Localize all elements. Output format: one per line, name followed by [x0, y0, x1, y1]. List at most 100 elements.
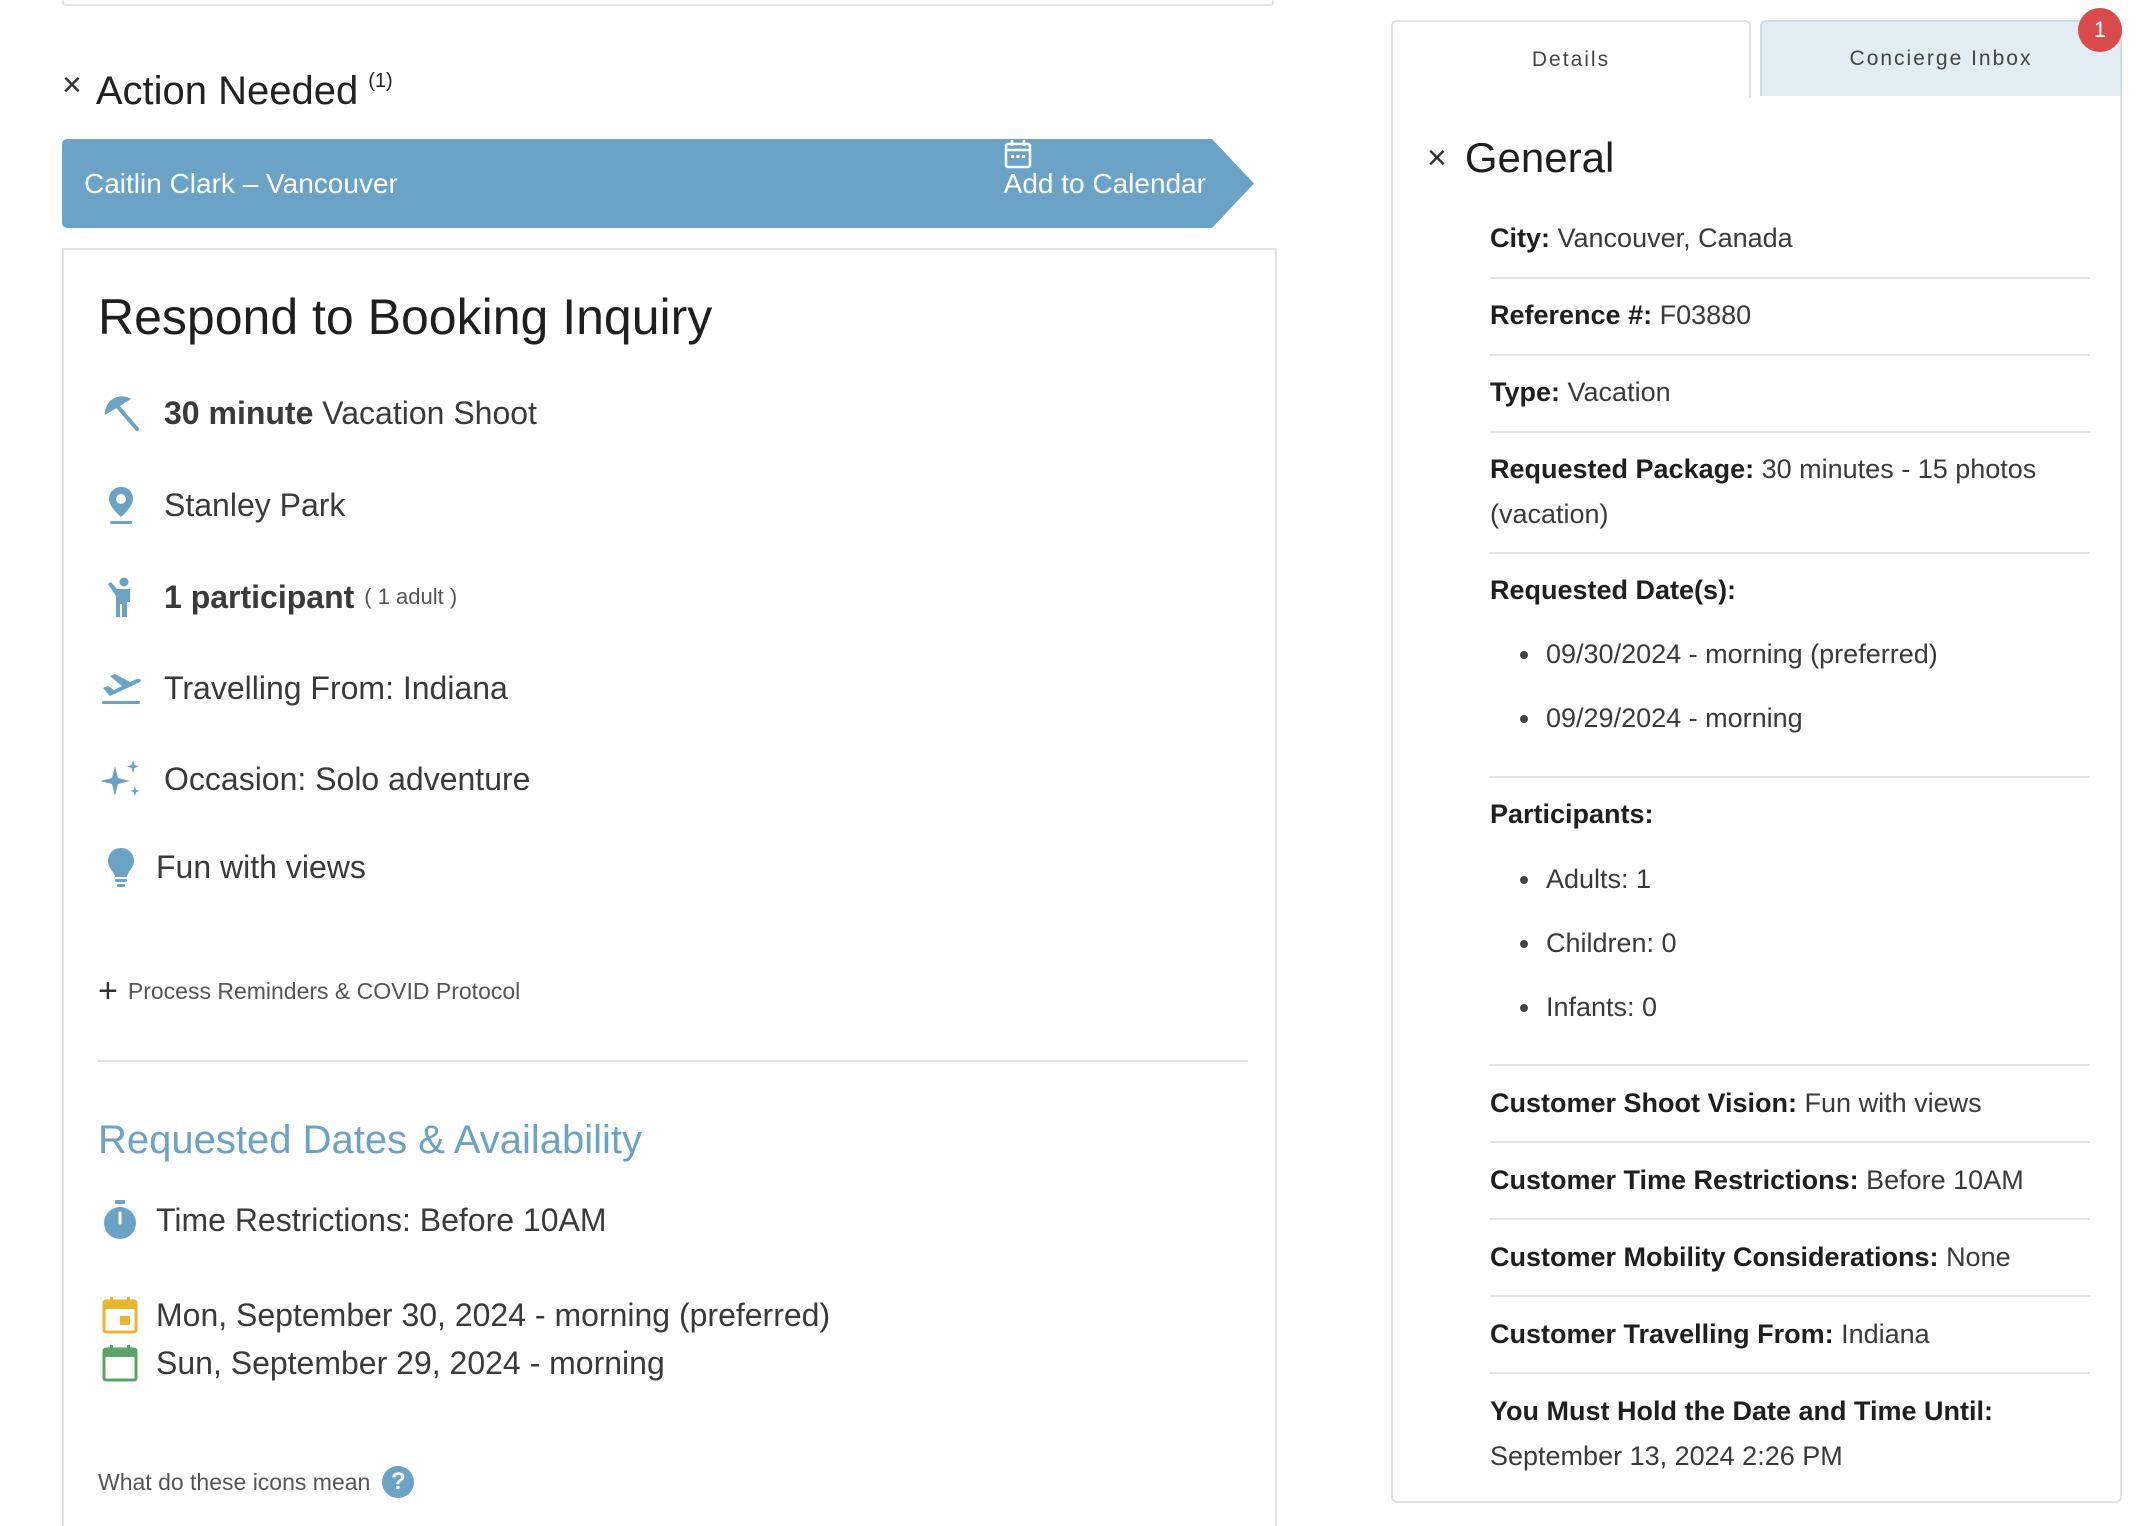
hold-until-value: September 13, 2024 2:26 PM: [1490, 1441, 1843, 1471]
general-header: × General: [1427, 134, 1614, 182]
divider: [1490, 1372, 2090, 1374]
participant-item: Children: 0: [1520, 928, 1677, 959]
time-restrictions-value: Before 10AM: [1866, 1165, 2024, 1195]
shoot-type-row: 30 minute Vacation Shoot: [98, 390, 537, 436]
previous-card-edge: [62, 0, 1274, 6]
plus-icon: +: [98, 972, 118, 1010]
divider: [1490, 776, 2090, 778]
occasion-row: Occasion: Solo adventure: [98, 756, 530, 802]
shoot-vision: Fun with views: [156, 848, 366, 885]
plane-departure-icon: [98, 665, 144, 711]
reference-value: F03880: [1659, 300, 1752, 330]
tab-details-label: Details: [1531, 48, 1611, 71]
booking-inquiry-card: Respond to Booking Inquiry 30 minute Vac…: [62, 248, 1277, 1526]
city-value: Vancouver, Canada: [1557, 223, 1793, 253]
stopwatch-icon: [98, 1198, 142, 1242]
divider: [1490, 277, 2090, 279]
collapse-action-close-icon[interactable]: ×: [62, 68, 82, 102]
time-restrictions-row: Time Restrictions: Before 10AM: [98, 1198, 607, 1242]
question-icon: ?: [382, 1466, 415, 1498]
travelling-label: Customer Travelling From:: [1490, 1319, 1834, 1349]
participants-breakdown: ( 1 adult ): [364, 584, 458, 609]
shoot-type: Vacation Shoot: [313, 394, 537, 431]
requested-date-item: 09/29/2024 - morning: [1520, 703, 1803, 734]
calendar-preferred-icon: [98, 1293, 142, 1337]
preferred-date-row: Mon, September 30, 2024 - morning (prefe…: [98, 1293, 830, 1337]
location-row: Stanley Park: [98, 482, 345, 528]
time-restrictions: Time Restrictions: Before 10AM: [156, 1201, 607, 1238]
card-divider: [98, 1060, 1248, 1062]
occasion: Occasion: Solo adventure: [164, 760, 531, 797]
details-panel: × General City: Vancouver, Canada Refere…: [1391, 96, 2122, 1503]
divider: [1490, 1295, 2090, 1297]
add-to-calendar-label: Add to Calendar: [1003, 167, 1206, 199]
package-label: Requested Package:: [1490, 454, 1755, 484]
vision-value: Fun with views: [1804, 1088, 1982, 1118]
divider: [1490, 552, 2090, 554]
alternate-date: Sun, September 29, 2024 - morning: [156, 1344, 665, 1381]
card-title: Respond to Booking Inquiry: [98, 289, 713, 345]
travelling-field: Customer Travelling From: Indiana: [1490, 1312, 2090, 1357]
icons-help-label: What do these icons mean: [98, 1468, 371, 1495]
requested-dates-label: Requested Date(s):: [1490, 575, 1737, 605]
tab-details[interactable]: Details: [1391, 20, 1751, 98]
beach-umbrella-icon: [98, 390, 144, 436]
icons-help-link[interactable]: What do these icons mean ?: [98, 1466, 415, 1498]
package-field: Requested Package: 30 minutes - 15 photo…: [1490, 447, 2090, 537]
travelling-value: Indiana: [1841, 1319, 1930, 1349]
process-reminders-label: Process Reminders & COVID Protocol: [127, 977, 521, 1004]
mobility-value: None: [1946, 1242, 2011, 1272]
participants-label: Participants:: [1490, 799, 1654, 829]
participants-field: Participants:: [1490, 792, 2090, 837]
requested-date-item: 09/30/2024 - morning (preferred): [1520, 639, 1938, 670]
requested-dates-field: Requested Date(s):: [1490, 568, 2090, 613]
person-icon: [98, 574, 144, 620]
divider: [1490, 1218, 2090, 1220]
participant-item: Adults: 1: [1520, 864, 1651, 895]
travelling-row: Travelling From: Indiana: [98, 665, 508, 711]
action-needed-title: Action Needed: [95, 69, 359, 113]
vision-row: Fun with views: [98, 844, 366, 890]
time-restrictions-field: Customer Time Restrictions: Before 10AM: [1490, 1158, 2090, 1203]
general-title: General: [1464, 134, 1615, 181]
divider: [1490, 1064, 2090, 1066]
mobility-label: Customer Mobility Considerations:: [1490, 1242, 1939, 1272]
action-needed-header: × Action Needed (1): [62, 68, 393, 114]
type-field: Type: Vacation: [1490, 370, 2090, 415]
process-reminders-toggle[interactable]: + Process Reminders & COVID Protocol: [98, 974, 520, 1008]
preferred-date: Mon, September 30, 2024 - morning (prefe…: [156, 1296, 831, 1333]
participant-item: Infants: 0: [1520, 992, 1657, 1023]
action-needed-count: (1): [368, 70, 393, 92]
divider: [1490, 354, 2090, 356]
type-label: Type:: [1490, 377, 1561, 407]
tab-concierge-inbox[interactable]: Concierge Inbox: [1760, 20, 2122, 96]
client-name-location: Caitlin Clark – Vancouver: [84, 168, 398, 199]
tab-concierge-inbox-label: Concierge Inbox: [1849, 47, 2033, 70]
time-restrictions-label: Customer Time Restrictions:: [1490, 1165, 1859, 1195]
city-label: City:: [1490, 223, 1550, 253]
shoot-duration: 30 minute: [164, 394, 314, 431]
hold-until-label: You Must Hold the Date and Time Until:: [1490, 1396, 1994, 1426]
booking-ribbon: Caitlin Clark – Vancouver Add to Calenda…: [62, 139, 1322, 228]
travelling-from: Travelling From: Indiana: [164, 669, 508, 706]
mobility-field: Customer Mobility Considerations: None: [1490, 1235, 2090, 1280]
calendar-alternate-icon: [98, 1341, 142, 1385]
map-pin-icon: [98, 482, 144, 528]
sparkles-icon: [98, 756, 144, 802]
vision-field: Customer Shoot Vision: Fun with views: [1490, 1081, 2090, 1126]
collapse-general-close-icon[interactable]: ×: [1427, 141, 1447, 175]
divider: [1490, 1141, 2090, 1143]
divider: [1490, 431, 2090, 433]
add-to-calendar-button[interactable]: Add to Calendar: [1004, 139, 1222, 228]
location-name: Stanley Park: [164, 486, 346, 523]
inbox-count-badge: 1: [2078, 8, 2122, 52]
vision-label: Customer Shoot Vision:: [1490, 1088, 1798, 1118]
lightbulb-icon: [98, 844, 144, 890]
participants-row: 1 participant ( 1 adult ): [98, 574, 457, 620]
reference-field: Reference #: F03880: [1490, 293, 2090, 338]
reference-label: Reference #:: [1490, 300, 1653, 330]
requested-dates-title: Requested Dates & Availability: [98, 1118, 643, 1162]
type-value: Vacation: [1567, 377, 1671, 407]
participants-count: 1 participant: [164, 578, 355, 615]
hold-until-field: You Must Hold the Date and Time Until: Se…: [1490, 1389, 2090, 1479]
